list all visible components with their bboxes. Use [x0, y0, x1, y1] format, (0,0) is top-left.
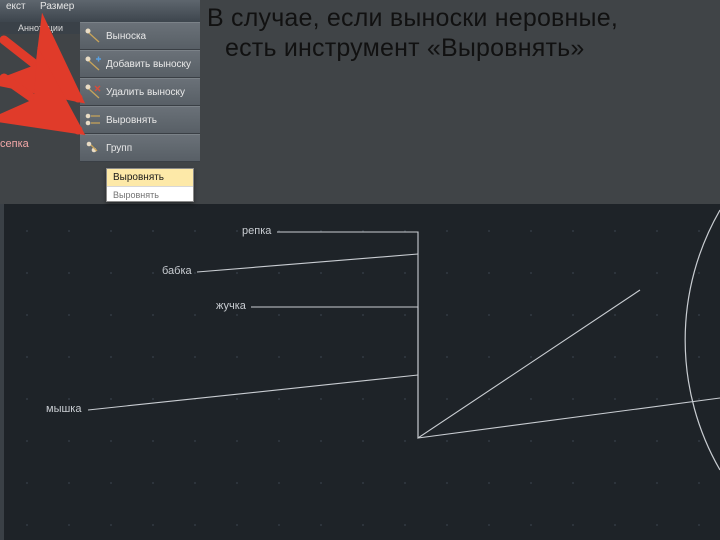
- submenu-align2[interactable]: Выровнять: [107, 186, 193, 201]
- add-leader-icon: [84, 55, 102, 73]
- submenu-align[interactable]: Выровнять: [107, 169, 193, 186]
- align-icon: [84, 111, 102, 129]
- ribbon-top: екст Размер: [0, 0, 200, 22]
- menu-item-label: Групп: [106, 143, 132, 154]
- callout-label-repka[interactable]: репка: [242, 225, 271, 237]
- ghost-label: сепка: [0, 138, 29, 150]
- slide-caption-line1: В случае, если выноски неровные,: [207, 3, 717, 33]
- menu-item-add-leader[interactable]: Добавить выноску: [80, 50, 200, 78]
- callout-label-zhuchka[interactable]: жучка: [216, 300, 246, 312]
- canvas-left-edge: [0, 204, 4, 540]
- menu-item-group[interactable]: Групп: [80, 134, 200, 162]
- callout-label-myshka[interactable]: мышка: [46, 403, 81, 415]
- menu-item-label: Добавить выноску: [106, 59, 191, 70]
- drawing-canvas[interactable]: [0, 204, 720, 540]
- leader-menu: Выноска Добавить выноску Удалить выноску…: [80, 22, 200, 162]
- ribbon-panel: екст Размер Аннотации Выноска Добавить в…: [0, 0, 200, 204]
- menu-item-remove-leader[interactable]: Удалить выноску: [80, 78, 200, 106]
- menu-item-leader[interactable]: Выноска: [80, 22, 200, 50]
- remove-leader-icon: [84, 83, 102, 101]
- menu-item-align[interactable]: Выровнять: [80, 106, 200, 134]
- slide-caption-line2: есть инструмент «Выровнять»: [225, 33, 717, 63]
- slide-caption: В случае, если выноски неровные, есть ин…: [207, 3, 717, 63]
- menu-item-label: Выноска: [106, 31, 146, 42]
- ribbon-size-button[interactable]: Размер: [40, 1, 74, 12]
- menu-item-label: Удалить выноску: [106, 87, 185, 98]
- leader-icon: [84, 27, 102, 45]
- group-icon: [84, 139, 102, 157]
- ribbon-text-button[interactable]: екст: [6, 1, 26, 12]
- callout-label-babka[interactable]: бабка: [162, 265, 192, 277]
- menu-item-label: Выровнять: [106, 115, 157, 126]
- align-submenu: Выровнять Выровнять: [106, 168, 194, 202]
